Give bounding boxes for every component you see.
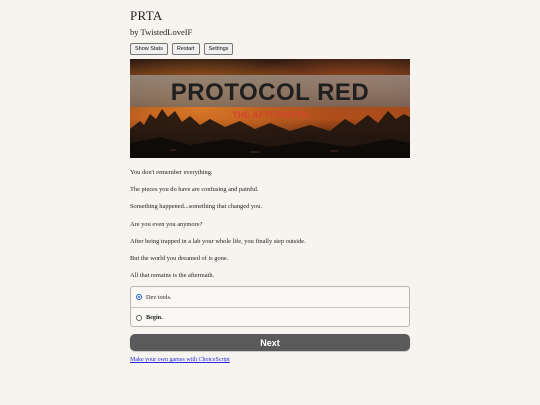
cover-art: PROTOCOL RED THE AFTERMATH (130, 59, 410, 158)
choice-label: Dev tools. (146, 293, 172, 301)
show-stats-button[interactable]: Show Stats (130, 43, 168, 55)
radio-selected[interactable] (136, 294, 142, 300)
story-text: You don't remember everything. The piece… (130, 167, 410, 287)
choice-dev-tools[interactable]: Dev tools. (131, 287, 409, 307)
story-line: After being trapped in a lab your whole … (130, 237, 306, 245)
game-author: by TwistedLoveIF (130, 27, 193, 37)
game-title: PRTA (130, 8, 163, 23)
next-button[interactable]: Next (130, 334, 410, 351)
choicescript-link[interactable]: Make your own games with ChoiceScript (130, 357, 230, 363)
choice-begin[interactable]: Begin. (131, 307, 409, 327)
story-line: But the world you dreamed of is gone. (130, 254, 229, 262)
restart-button[interactable]: Restart (171, 43, 200, 55)
cover-title: PROTOCOL RED (171, 79, 369, 106)
story-line: You don't remember everything. (130, 169, 213, 176)
toolbar: Show Stats Restart Settings (130, 43, 234, 55)
cover-subtitle: THE AFTERMATH (232, 110, 308, 120)
story-line: All that remains is the aftermath. (130, 272, 215, 280)
story-line: Are you even you anymore? (130, 220, 203, 228)
radio-unselected[interactable] (136, 314, 142, 321)
story-line: The pieces you do have are confusing and… (130, 186, 259, 194)
story-line: Something happened...something that chan… (130, 203, 263, 211)
cover-banner: PROTOCOL RED THE AFTERMATH (130, 59, 410, 158)
choice-list: Dev tools. Begin. (130, 286, 410, 327)
choice-label: Begin. (146, 314, 163, 321)
settings-button[interactable]: Settings (203, 43, 234, 55)
